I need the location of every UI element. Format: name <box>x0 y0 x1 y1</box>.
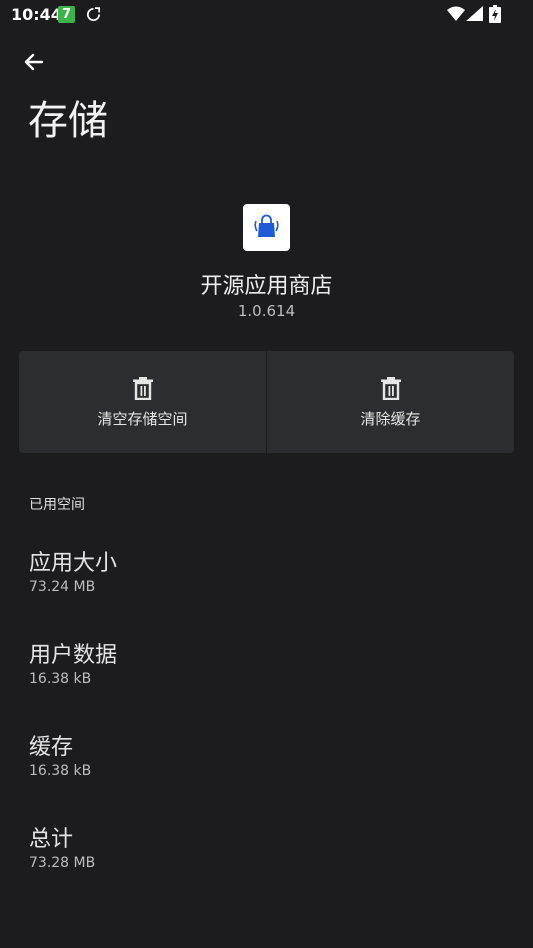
battery-icon <box>489 5 501 23</box>
trash-icon <box>132 377 153 400</box>
trash-icon <box>380 377 401 400</box>
shopping-bag-icon <box>254 214 279 237</box>
clear-storage-label: 清空存储空间 <box>97 410 188 428</box>
row-total: 总计 73.28 MB <box>29 821 95 871</box>
back-button[interactable] <box>18 48 48 78</box>
row-value: 73.28 MB <box>29 855 96 871</box>
row-title: 缓存 <box>29 735 74 760</box>
sync-icon <box>87 7 101 21</box>
app-name: 开源应用商店 <box>200 274 333 299</box>
section-header-used-space: 已用空间 <box>29 497 85 513</box>
status-bar: 10:44 7 <box>0 0 533 30</box>
app-version: 1.0.614 <box>237 302 296 320</box>
row-value: 16.38 kB <box>29 671 92 687</box>
row-value: 73.24 MB <box>29 579 96 595</box>
clear-storage-button[interactable]: 清空存储空间 <box>19 351 266 453</box>
row-title: 用户数据 <box>29 643 118 668</box>
app-icon <box>243 204 290 251</box>
storage-actions: 清空存储空间 清除缓存 <box>19 351 514 453</box>
row-title: 应用大小 <box>29 551 118 576</box>
status-time: 10:44 <box>11 5 62 24</box>
wifi-icon <box>447 6 465 21</box>
clear-cache-button[interactable]: 清除缓存 <box>267 351 514 453</box>
row-value: 16.38 kB <box>29 763 92 779</box>
row-cache: 缓存 16.38 kB <box>29 729 91 779</box>
signal-icon <box>466 6 483 21</box>
notification-badge: 7 <box>58 6 75 23</box>
page-title: 存储 <box>28 98 108 144</box>
clear-cache-label: 清除缓存 <box>360 410 421 428</box>
row-title: 总计 <box>29 827 74 852</box>
arrow-back-icon <box>24 53 44 71</box>
row-app-size: 应用大小 73.24 MB <box>29 545 117 595</box>
row-user-data: 用户数据 16.38 kB <box>29 637 117 687</box>
